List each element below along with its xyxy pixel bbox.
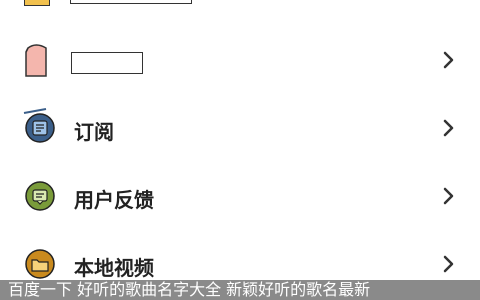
document-icon: [22, 42, 50, 82]
menu-item-local-video-label: 本地视频: [74, 256, 154, 280]
menu-item-local-video[interactable]: 本地视频: [0, 244, 480, 284]
chevron-right-icon: [441, 186, 457, 206]
chevron-right-icon: [441, 118, 457, 138]
chevron-right-icon: [441, 50, 457, 70]
placeholder-box-partial: [70, 0, 192, 4]
subscribe-icon: [24, 112, 56, 148]
feedback-icon: [24, 180, 56, 216]
folder-icon-partial: [24, 0, 50, 6]
menu-item-feedback[interactable]: 用户反馈: [0, 176, 480, 216]
menu-item-1[interactable]: [0, 36, 480, 86]
top-partial-row[interactable]: [0, 0, 480, 6]
item-label-placeholder-box: [71, 52, 143, 74]
menu-item-subscribe[interactable]: 订阅: [0, 108, 480, 148]
menu-item-feedback-label: 用户反馈: [74, 188, 154, 212]
bottom-banner[interactable]: 百度一下 好听的歌曲名字大全 新颖好听的歌名最新: [0, 280, 480, 300]
menu-item-subscribe-label: 订阅: [74, 120, 114, 144]
folder-icon: [24, 248, 56, 284]
chevron-right-icon: [441, 254, 457, 274]
